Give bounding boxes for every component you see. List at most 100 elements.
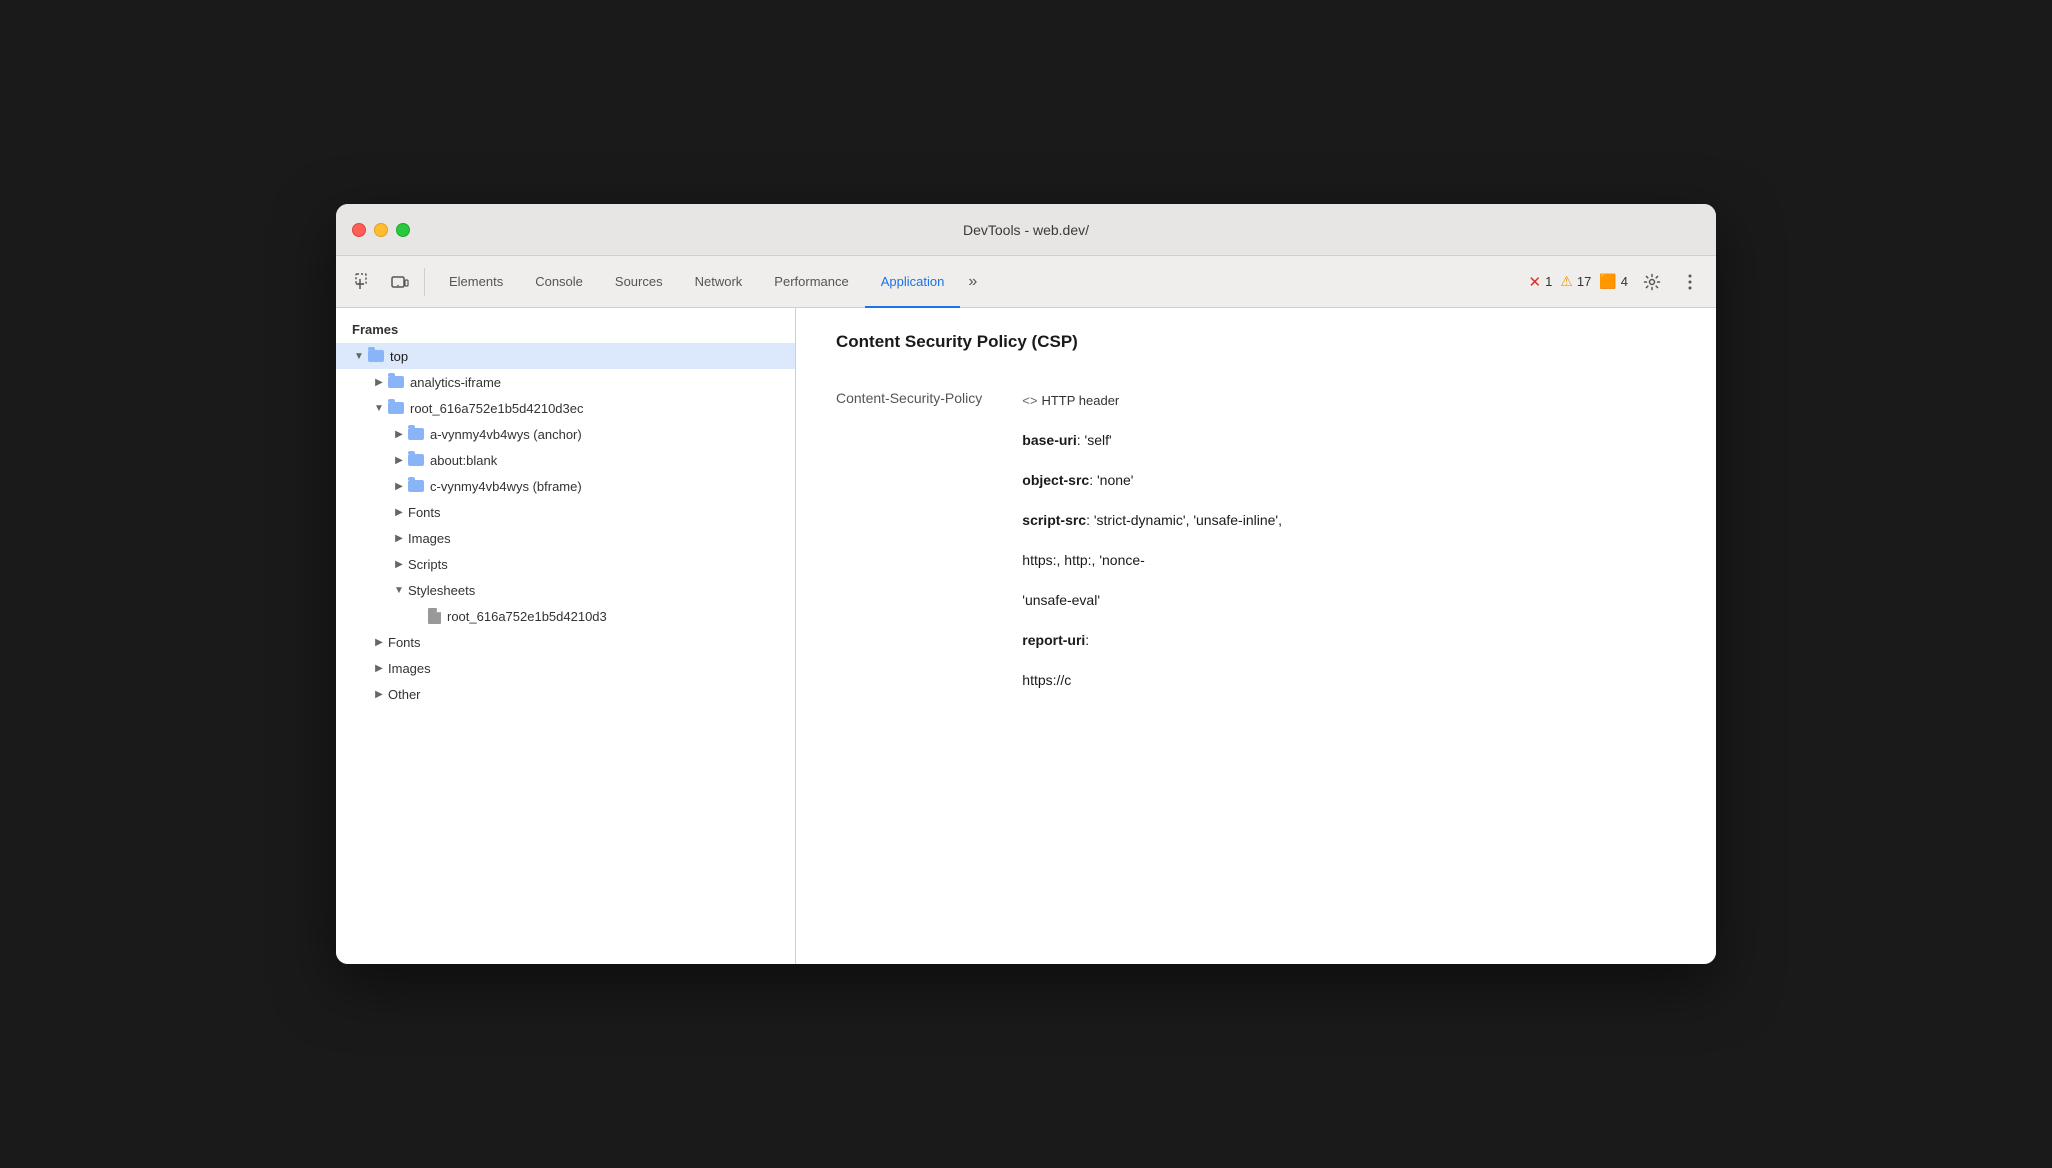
sidebar-item-fonts-outer[interactable]: Fonts [336, 629, 795, 655]
tree-arrow-about-blank [392, 453, 406, 467]
tree-arrow-fonts-inner [392, 505, 406, 519]
info-badge[interactable]: 🟧 4 [1599, 273, 1628, 290]
sidebar-item-root-frame[interactable]: root_616a752e1b5d4210d3ec [336, 395, 795, 421]
csp-object-src-label: object-src [1022, 472, 1089, 488]
csp-key-header: Content-Security-Policy [836, 380, 1022, 420]
sidebar-item-label-other-outer: Other [388, 687, 421, 702]
tab-network[interactable]: Network [679, 257, 759, 308]
close-button[interactable] [352, 223, 366, 237]
csp-key-empty-3 [836, 500, 1022, 540]
inspect-element-button[interactable] [348, 266, 380, 298]
tab-elements[interactable]: Elements [433, 257, 519, 308]
sidebar-item-c-vynmy[interactable]: c-vynmy4vb4wys (bframe) [336, 473, 795, 499]
sidebar-item-label-stylesheets: Stylesheets [408, 583, 475, 598]
sidebar-item-analytics-iframe[interactable]: analytics-iframe [336, 369, 795, 395]
sidebar-item-a-vynmy[interactable]: a-vynmy4vb4wys (anchor) [336, 421, 795, 447]
maximize-button[interactable] [396, 223, 410, 237]
csp-base-uri-label: base-uri [1022, 432, 1076, 448]
toolbar-divider-1 [424, 268, 425, 296]
csp-key-empty-4 [836, 540, 1022, 580]
tree-arrow-top [352, 349, 366, 363]
csp-value-https-c: https://c [1022, 660, 1676, 700]
tree-arrow-analytics [372, 375, 386, 389]
csp-value-report-uri: report-uri: [1022, 620, 1676, 660]
window-title: DevTools - web.dev/ [963, 222, 1089, 238]
toolbar-tabs: Elements Console Sources Network Perform… [433, 256, 1524, 307]
csp-script-src-label: script-src [1022, 512, 1086, 528]
tree-arrow-stylesheets [392, 583, 406, 597]
file-icon-stylesheet [428, 608, 441, 624]
sidebar-item-label-top: top [390, 349, 408, 364]
csp-report-uri-colon: : [1085, 632, 1089, 648]
sidebar-item-stylesheets-inner[interactable]: Stylesheets [336, 577, 795, 603]
folder-icon-top [368, 350, 384, 362]
warning-badge[interactable]: ⚠ 17 [1560, 273, 1591, 290]
panel-title: Content Security Policy (CSP) [836, 332, 1676, 352]
csp-table: Content-Security-Policy <> HTTP header b… [836, 380, 1676, 700]
folder-icon-a-vynmy [408, 428, 424, 440]
csp-unsafe-eval-value: 'unsafe-eval' [1022, 592, 1100, 608]
csp-script-src-value: : 'strict-dynamic', 'unsafe-inline', [1086, 512, 1282, 528]
title-bar: DevTools - web.dev/ [336, 204, 1716, 256]
tree-arrow-scripts-inner [392, 557, 406, 571]
sidebar-item-about-blank[interactable]: about:blank [336, 447, 795, 473]
tab-console[interactable]: Console [519, 257, 599, 308]
sidebar-item-label-fonts-outer: Fonts [388, 635, 421, 650]
csp-key-empty-6 [836, 620, 1022, 660]
csp-key-empty-7 [836, 660, 1022, 700]
csp-key-empty-5 [836, 580, 1022, 620]
sidebar-item-label-analytics: analytics-iframe [410, 375, 501, 390]
sidebar-item-fonts-inner[interactable]: Fonts [336, 499, 795, 525]
more-tabs-button[interactable]: » [960, 256, 985, 307]
sidebar-item-images-outer[interactable]: Images [336, 655, 795, 681]
tab-application[interactable]: Application [865, 257, 961, 308]
sidebar-item-label-c-vynmy: c-vynmy4vb4wys (bframe) [430, 479, 582, 494]
sidebar-item-label-scripts-inner: Scripts [408, 557, 448, 572]
sidebar-item-images-inner[interactable]: Images [336, 525, 795, 551]
device-toggle-button[interactable] [384, 266, 416, 298]
folder-icon-root [388, 402, 404, 414]
tree-arrow-fonts-outer [372, 635, 386, 649]
tree-arrow-images-inner [392, 531, 406, 545]
tab-performance[interactable]: Performance [758, 257, 864, 308]
csp-key-empty-1 [836, 420, 1022, 460]
traffic-lights [352, 223, 410, 237]
sidebar-item-label-root: root_616a752e1b5d4210d3ec [410, 401, 584, 416]
sidebar-item-label-stylesheet-file: root_616a752e1b5d4210d3 [447, 609, 607, 624]
csp-https-c-value: https://c [1022, 672, 1071, 688]
main-panel: Content Security Policy (CSP) Content-Se… [796, 308, 1716, 964]
warning-icon: ⚠ [1560, 273, 1573, 290]
warning-count: 17 [1577, 274, 1591, 289]
sidebar: Frames top analytics-iframe root_616a752… [336, 308, 796, 964]
csp-value-header: <> HTTP header [1022, 380, 1676, 420]
csp-value-base-uri: base-uri: 'self' [1022, 420, 1676, 460]
csp-value-script-src: script-src: 'strict-dynamic', 'unsafe-in… [1022, 500, 1676, 540]
tree-arrow-images-outer [372, 661, 386, 675]
csp-https-value: https:, http:, 'nonce- [1022, 552, 1145, 568]
sidebar-item-label-a-vynmy: a-vynmy4vb4wys (anchor) [430, 427, 582, 442]
info-icon: 🟧 [1599, 273, 1616, 290]
more-menu-button[interactable] [1676, 268, 1704, 296]
csp-key-empty-2 [836, 460, 1022, 500]
tree-arrow-other-outer [372, 687, 386, 701]
settings-button[interactable] [1636, 266, 1668, 298]
sidebar-item-label-images-outer: Images [388, 661, 431, 676]
tree-arrow-c-vynmy [392, 479, 406, 493]
csp-http-header-tag: <> HTTP header [1022, 393, 1119, 408]
sidebar-item-top[interactable]: top [336, 343, 795, 369]
csp-base-uri-value: : 'self' [1077, 432, 1112, 448]
tree-arrow-a-vynmy [392, 427, 406, 441]
error-badge[interactable]: ✕ 1 [1528, 273, 1552, 291]
error-icon: ✕ [1528, 273, 1541, 291]
frames-section-title: Frames [336, 316, 795, 343]
sidebar-item-scripts-inner[interactable]: Scripts [336, 551, 795, 577]
minimize-button[interactable] [374, 223, 388, 237]
sidebar-item-other-outer[interactable]: Other [336, 681, 795, 707]
toolbar-right: ✕ 1 ⚠ 17 🟧 4 [1528, 266, 1704, 298]
tab-sources[interactable]: Sources [599, 257, 679, 308]
csp-value-unsafe-eval: 'unsafe-eval' [1022, 580, 1676, 620]
sidebar-item-stylesheet-file[interactable]: root_616a752e1b5d4210d3 [336, 603, 795, 629]
csp-object-src-value: : 'none' [1089, 472, 1133, 488]
csp-value-object-src: object-src: 'none' [1022, 460, 1676, 500]
folder-icon-c-vynmy [408, 480, 424, 492]
